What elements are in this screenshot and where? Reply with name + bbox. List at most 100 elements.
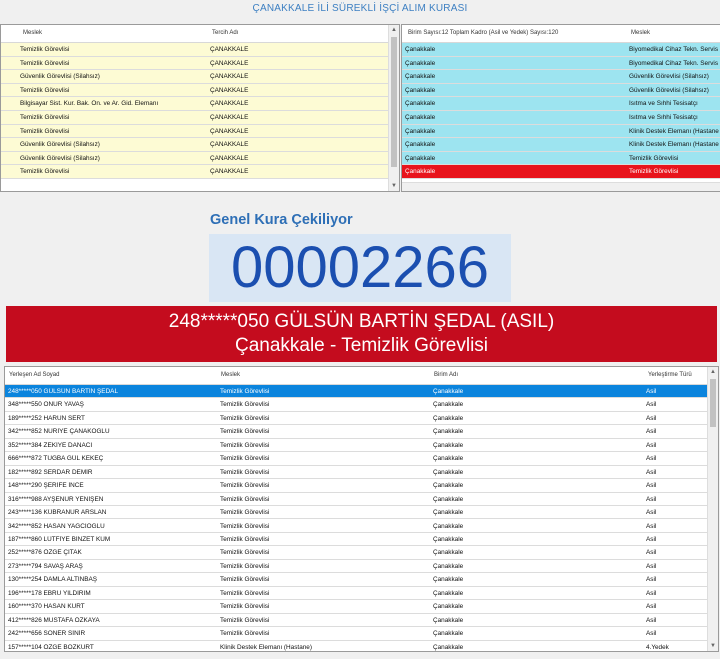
- top-right-horizontal-scrollbar[interactable]: [402, 182, 720, 191]
- table-row[interactable]: 243*****136 KÜBRANUR ARSLAN Temizlik Göre…: [5, 506, 708, 520]
- table-row[interactable]: 242*****656 SONER SİNİR Temizlik Görevlis…: [5, 627, 708, 641]
- table-cell: Çanakkale: [433, 482, 464, 490]
- table-cell: Çanakkale: [433, 603, 464, 611]
- table-row[interactable]: 342*****852 NURİYE ÇANAKOĞLU Temizlik Gör…: [5, 425, 708, 439]
- table-cell: Temizlik Görevlisi: [220, 603, 270, 611]
- column-header-meslek[interactable]: Meslek: [631, 30, 650, 36]
- table-row[interactable]: 273*****794 SAVAŞ ARAŞ Temizlik Görevlisi…: [5, 559, 708, 574]
- table-row[interactable]: Güvenlik Görevlisi (Silahsız) ÇANAKKALE: [1, 70, 389, 84]
- table-row[interactable]: Temizlik Görevlisi ÇANAKKALE: [1, 43, 389, 57]
- table-cell: Temizlik Görevlisi: [20, 127, 70, 135]
- table-cell: 342*****852 NURİYE ÇANAKOĞLU: [8, 428, 110, 436]
- table-row[interactable]: Çanakkale Klinik Destek Elemanı (Hastane: [402, 138, 720, 152]
- table-cell: Temizlik Görevlisi: [220, 495, 270, 503]
- table-cell: Çanakkale: [433, 630, 464, 638]
- table-row[interactable]: Çanakkale Temizlik Görevlisi: [402, 165, 720, 179]
- table-row[interactable]: Güvenlik Görevlisi (Silahsız) ÇANAKKALE: [1, 138, 389, 152]
- column-header-meslek[interactable]: Meslek: [221, 372, 240, 378]
- table-cell: Temizlik Görevlisi: [220, 616, 270, 624]
- table-cell: Çanakkale: [405, 73, 436, 81]
- table-row[interactable]: Çanakkale Güvenlik Görevlisi (Silahsız): [402, 70, 720, 84]
- table-cell: Çanakkale: [433, 509, 464, 517]
- table-row[interactable]: Güvenlik Görevlisi (Silahsız) ÇANAKKALE: [1, 151, 389, 166]
- table-cell: Çanakkale: [405, 46, 436, 53]
- column-header-tercih-adi[interactable]: Tercih Adı: [212, 30, 238, 36]
- table-cell: 252*****876 ÖZGE ÇITAK: [8, 549, 82, 557]
- table-cell: Çanakkale: [405, 127, 436, 135]
- scroll-up-icon[interactable]: ▲: [389, 25, 399, 35]
- scroll-down-icon[interactable]: ▼: [389, 181, 399, 191]
- table-row[interactable]: Çanakkale Klinik Destek Elemanı (Hastane: [402, 124, 720, 139]
- table-row[interactable]: 348*****550 ONUR YAVAŞ Temizlik Görevlisi…: [5, 398, 708, 412]
- table-row[interactable]: 316*****988 AYŞENUR YENİŞEN Temizlik Göre…: [5, 492, 708, 507]
- table-cell: 666*****872 TUĞBA GÜL KEKEÇ: [8, 455, 104, 463]
- scroll-thumb[interactable]: [391, 37, 397, 167]
- table-row[interactable]: 189*****252 HARUN SERT Temizlik Görevlisi…: [5, 411, 708, 426]
- table-cell: Temizlik Görevlisi: [220, 589, 270, 597]
- table-cell: Asil: [646, 549, 657, 557]
- table-row[interactable]: Çanakkale Biyomedikal Cihaz Tekn. Servis: [402, 43, 720, 57]
- top-left-grid-header: Meslek Tercih Adı: [1, 25, 399, 43]
- scroll-thumb[interactable]: [710, 379, 716, 427]
- table-row[interactable]: 666*****872 TUĞBA GÜL KEKEÇ Temizlik Göre…: [5, 452, 708, 466]
- top-left-vertical-scrollbar[interactable]: ▲ ▼: [388, 25, 399, 191]
- column-header-yerlestirme-turu[interactable]: Yerleştirme Türü: [648, 372, 692, 378]
- table-cell: ÇANAKKALE: [210, 73, 249, 81]
- table-cell: Temizlik Görevlisi: [20, 114, 70, 121]
- table-cell: Asil: [646, 589, 657, 597]
- scroll-up-icon[interactable]: ▲: [708, 367, 718, 377]
- table-cell: Asil: [646, 495, 657, 503]
- top-left-grid[interactable]: Meslek Tercih Adı Temizlik Görevlisi ÇANA…: [0, 24, 400, 192]
- table-cell: Asil: [646, 468, 657, 476]
- draw-number-box: 00002266: [209, 234, 511, 302]
- table-cell: 4.Yedek: [646, 643, 669, 651]
- table-row[interactable]: 342*****852 HASAN YAĞCIOĞLU Temizlik Göre…: [5, 519, 708, 533]
- table-cell: Çanakkale: [433, 576, 464, 584]
- results-vertical-scrollbar[interactable]: ▲ ▼: [707, 367, 718, 651]
- table-row[interactable]: Temizlik Görevlisi ÇANAKKALE: [1, 56, 389, 71]
- table-cell: Çanakkale: [433, 388, 464, 395]
- table-cell: ÇANAKKALE: [210, 141, 249, 149]
- table-cell: Temizlik Görevlisi: [20, 86, 70, 94]
- table-cell: 187*****860 LÜTFİYE BİNZET KUM: [8, 535, 111, 543]
- table-row[interactable]: 160*****370 HASAN KURT Temizlik Görevlisi…: [5, 600, 708, 614]
- table-row[interactable]: 182*****892 SERDAR DEMİR Temizlik Görevli…: [5, 465, 708, 480]
- table-row[interactable]: 252*****876 ÖZGE ÇITAK Temizlik Görevlisi…: [5, 546, 708, 560]
- table-row[interactable]: Çanakkale Temizlik Görevlisi: [402, 151, 720, 166]
- window-title: ÇANAKKALE İLİ SÜREKLİ İŞÇİ ALIM KURASI: [252, 3, 468, 14]
- table-cell: Temizlik Görevlisi: [220, 509, 270, 517]
- table-row[interactable]: 412*****826 MUSTAFA ÖZKAYA Temizlik Görev…: [5, 613, 708, 628]
- table-row[interactable]: Çanakkale Biyomedikal Cihaz Tekn. Servis: [402, 56, 720, 71]
- table-row[interactable]: 130*****254 DAMLA ALTINBAŞ Temizlik Görev…: [5, 573, 708, 587]
- table-cell: ÇANAKKALE: [210, 100, 249, 108]
- table-row[interactable]: Çanakkale Isıtma ve Sıhhi Tesisatçı: [402, 111, 720, 125]
- results-grid[interactable]: Yerleşen Ad Soyad Meslek Birim Adı Yerle…: [4, 366, 719, 652]
- column-header-birim-sayisi[interactable]: Birim Sayısı:12 Toplam Kadro (Asil ve Ye…: [408, 30, 558, 36]
- table-cell: Çanakkale: [433, 589, 464, 597]
- table-row[interactable]: Çanakkale Güvenlik Görevlisi (Silahsız): [402, 83, 720, 98]
- column-header-meslek[interactable]: Meslek: [23, 30, 42, 36]
- table-cell: Çanakkale: [433, 522, 464, 530]
- table-row[interactable]: Bilgisayar Sist. Kur. Bak. On. ve Ar. Gi…: [1, 97, 389, 111]
- draw-number: 00002266: [230, 235, 490, 300]
- table-row[interactable]: Temizlik Görevlisi ÇANAKKALE: [1, 124, 389, 139]
- column-header-yerlesen[interactable]: Yerleşen Ad Soyad: [9, 372, 59, 378]
- table-row[interactable]: Temizlik Görevlisi ÇANAKKALE: [1, 111, 389, 125]
- table-row[interactable]: 187*****860 LÜTFİYE BİNZET KUM Temizlik G…: [5, 532, 708, 547]
- table-row[interactable]: Temizlik Görevlisi ÇANAKKALE: [1, 165, 389, 179]
- table-row[interactable]: 196*****178 EBRU YILDIRIM Temizlik Görevl…: [5, 586, 708, 601]
- top-right-grid[interactable]: Birim Sayısı:12 Toplam Kadro (Asil ve Ye…: [401, 24, 720, 192]
- column-header-birim-adi[interactable]: Birim Adı: [434, 372, 458, 378]
- table-cell: 148*****290 ŞERİFE İNCE: [8, 482, 84, 490]
- table-row[interactable]: 352*****384 ZEKİYE DANACI Temizlik Görevl…: [5, 438, 708, 453]
- table-row[interactable]: 148*****290 ŞERİFE İNCE Temizlik Görevlis…: [5, 479, 708, 493]
- table-cell: Asil: [646, 414, 657, 422]
- table-cell: Temizlik Görevlisi: [220, 401, 270, 409]
- table-row[interactable]: 248*****050 GÜLSÜN BARTİN ŞEDAL Temizlik …: [5, 385, 708, 399]
- scroll-down-icon[interactable]: ▼: [708, 641, 718, 651]
- table-row[interactable]: Temizlik Görevlisi ÇANAKKALE: [1, 83, 389, 98]
- table-row[interactable]: Çanakkale Isıtma ve Sıhhi Tesisatçı: [402, 97, 720, 111]
- table-cell: Temizlik Görevlisi: [220, 455, 270, 463]
- table-row[interactable]: 157*****104 ÖZGE BOZKURT Klinik Destek El…: [5, 640, 708, 651]
- table-cell: Klinik Destek Elemanı (Hastane: [629, 141, 719, 149]
